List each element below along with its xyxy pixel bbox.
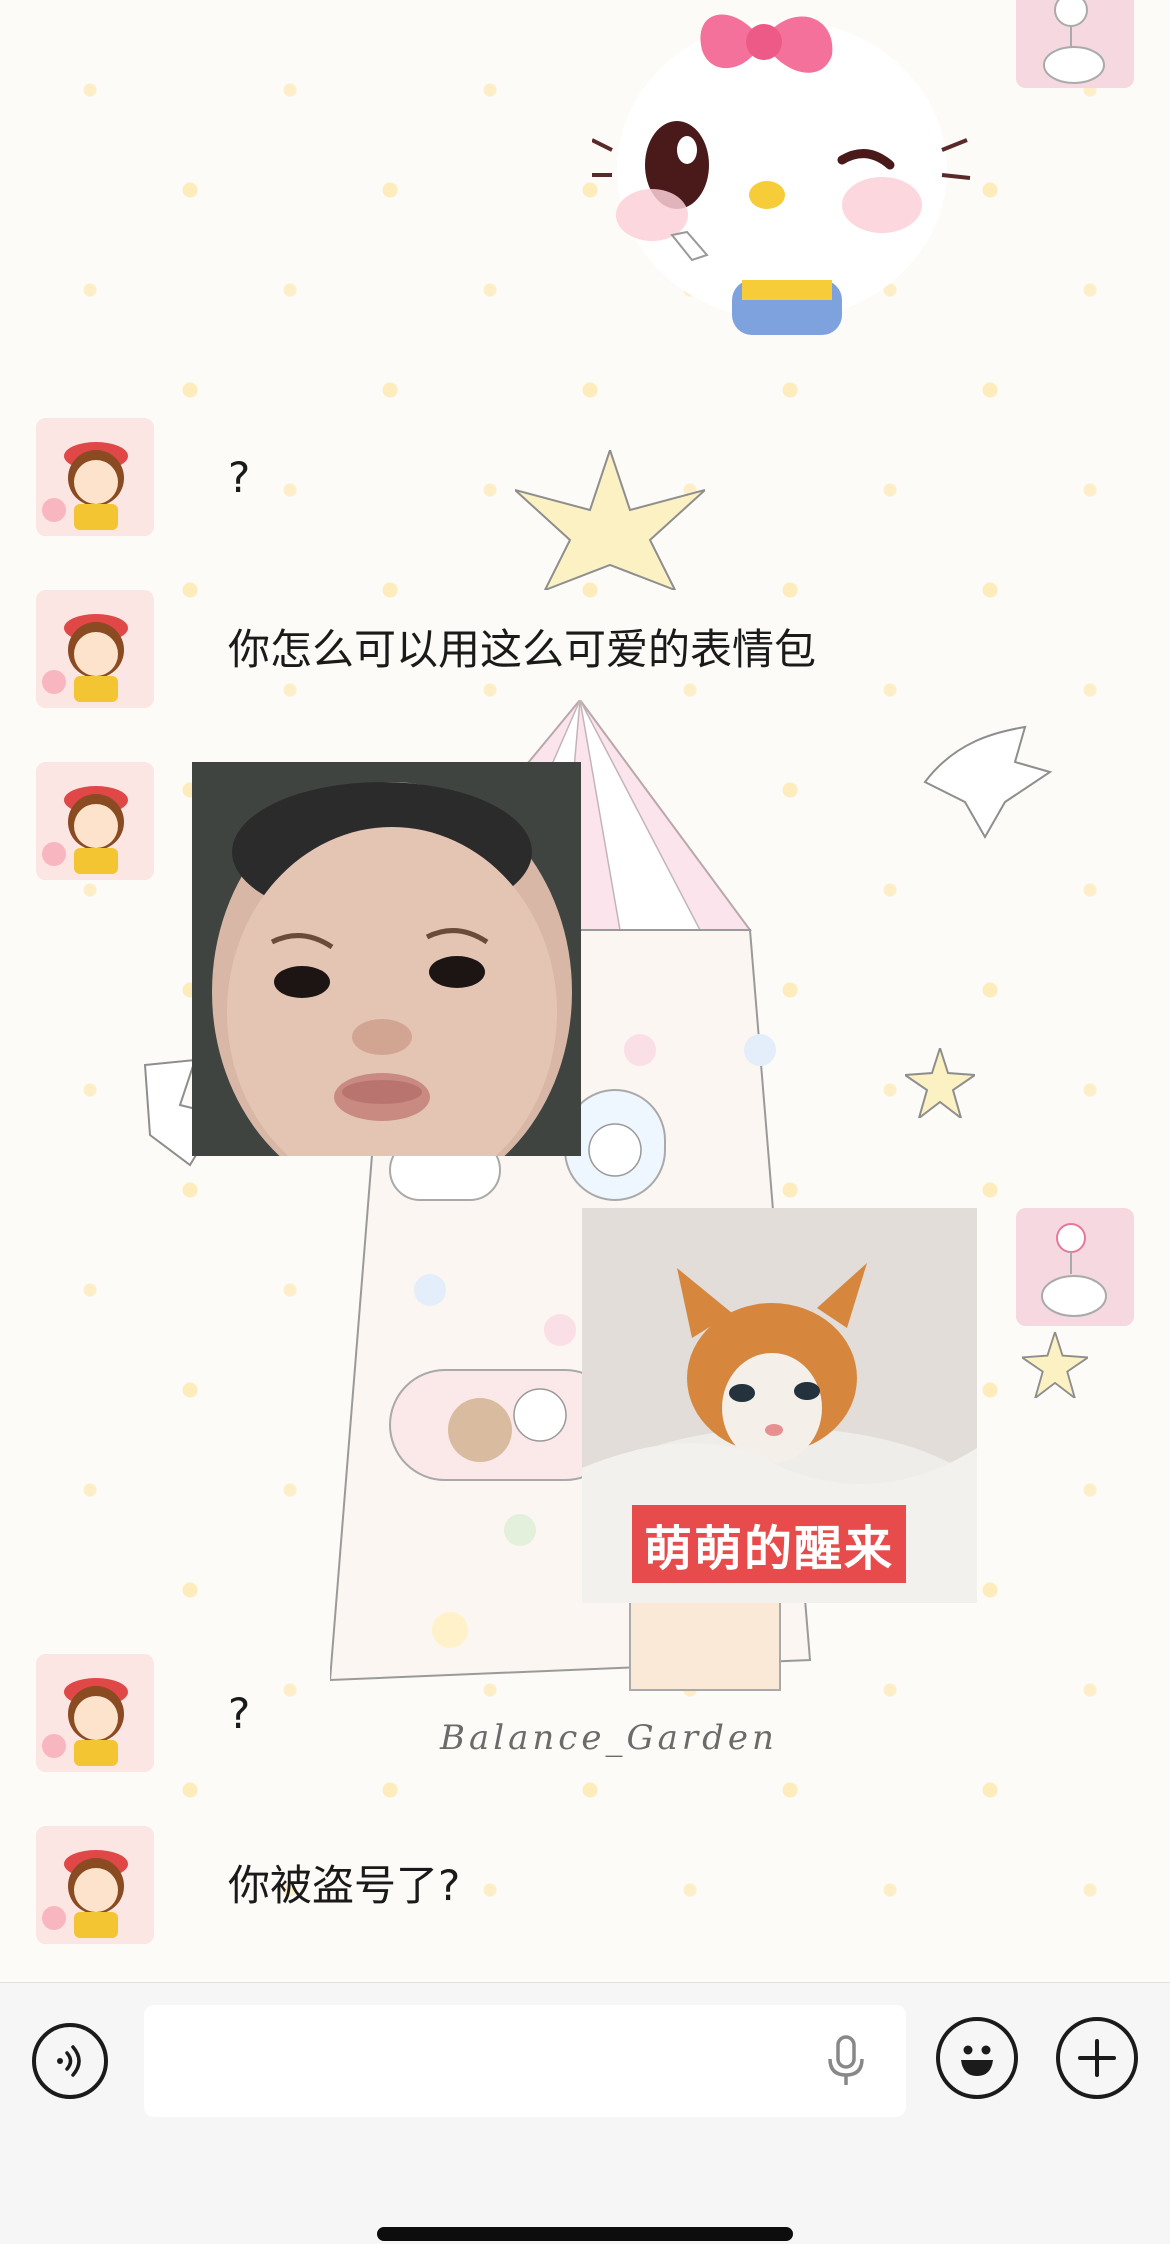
friend-avatar[interactable] [36,418,154,536]
message-text: 你被盗号了? [228,1861,461,1910]
cartoon-girl-avatar-icon [36,1654,154,1772]
friend-avatar[interactable] [36,1654,154,1772]
message-text: 你怎么可以用这么可爱的表情包 [228,625,817,674]
hello-kitty-sticker[interactable] [592,0,972,345]
wallpaper-star-small [1022,1332,1088,1398]
message-input[interactable] [144,2005,906,2117]
cartoon-girl-avatar-icon [36,590,154,708]
cartoon-girl-avatar-icon [36,762,154,880]
voice-toggle-button[interactable] [32,2023,108,2099]
home-indicator[interactable] [377,2227,793,2241]
wallpaper-watermark: Balance_Garden [440,1718,778,1758]
voice-icon [57,2045,81,2077]
plus-icon [1078,2039,1116,2077]
cartoon-girl-avatar-icon [36,418,154,536]
cat-balloon-avatar-icon [1016,1208,1134,1326]
message-text: ? [228,453,251,502]
chat-area: Balance_Garden ? 你怎么可以用这么可爱的表情包 萌萌的醒来 ? … [0,0,1170,1982]
more-options-button[interactable] [1056,2017,1138,2099]
my-avatar[interactable] [1016,0,1134,88]
pouting-baby-sticker[interactable] [192,762,581,1156]
input-bar [0,1982,1170,2244]
wallpaper-star-small [905,1048,975,1118]
wallpaper-bird [923,725,1053,840]
friend-avatar[interactable] [36,762,154,880]
microphone-icon[interactable] [824,2035,868,2089]
message-text: ? [228,1689,251,1738]
cartoon-girl-avatar-icon [36,1826,154,1944]
emoji-icon [961,2045,993,2076]
friend-avatar[interactable] [36,590,154,708]
wallpaper-star [515,450,705,590]
cat-balloon-avatar-icon [1016,0,1134,88]
friend-avatar[interactable] [36,1826,154,1944]
sticker-caption: 萌萌的醒来 [632,1505,907,1583]
my-avatar[interactable] [1016,1208,1134,1326]
emoji-button[interactable] [936,2017,1018,2099]
kitten-sticker[interactable]: 萌萌的醒来 [582,1208,977,1603]
